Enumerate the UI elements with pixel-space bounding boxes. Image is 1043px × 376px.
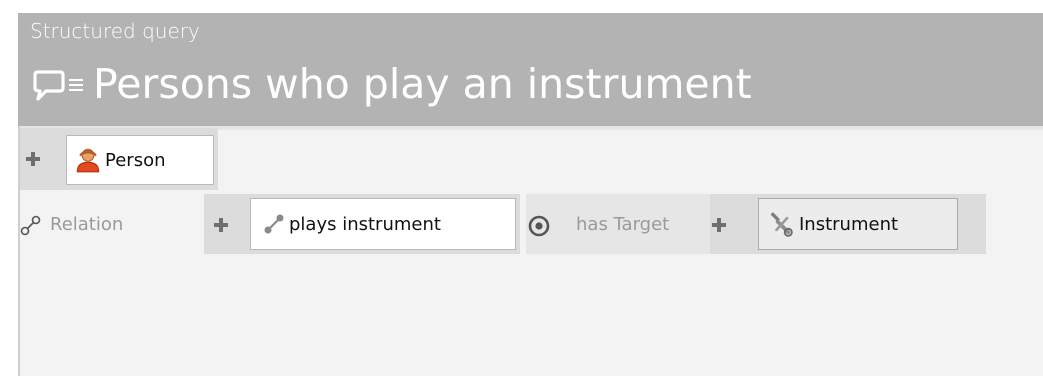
concept-chip-instrument[interactable]: Instrument — [758, 198, 958, 250]
query-bubble-icon — [33, 70, 65, 101]
relation-chip-label: plays instrument — [289, 213, 441, 235]
menu-lines-icon — [69, 79, 83, 91]
target-icon[interactable] — [528, 215, 550, 237]
relation-label: Relation — [50, 214, 124, 235]
header-subtitle: Structured query — [30, 19, 200, 43]
concept-label: Person — [105, 149, 166, 171]
add-relation-plus-icon[interactable] — [214, 218, 228, 232]
person-icon — [76, 148, 100, 173]
query-header: Structured query Persons who play an ins… — [18, 13, 1043, 126]
query-editor: Person Relation plays instrument has Tar… — [18, 126, 1043, 376]
target-label: has Target — [576, 214, 670, 235]
target-concept-label: Instrument — [799, 213, 899, 235]
title-row: Persons who play an instrument — [30, 55, 752, 113]
wrench-icon — [770, 212, 793, 237]
add-root-plus-icon[interactable] — [26, 152, 40, 166]
page-title: Persons who play an instrument — [93, 60, 752, 108]
relation-chip-plays-instrument[interactable]: plays instrument — [250, 198, 516, 250]
concept-chip-person[interactable]: Person — [66, 135, 214, 185]
relation-link-icon — [20, 215, 41, 236]
add-target-plus-icon[interactable] — [712, 218, 726, 232]
relation-link-icon — [264, 214, 284, 234]
